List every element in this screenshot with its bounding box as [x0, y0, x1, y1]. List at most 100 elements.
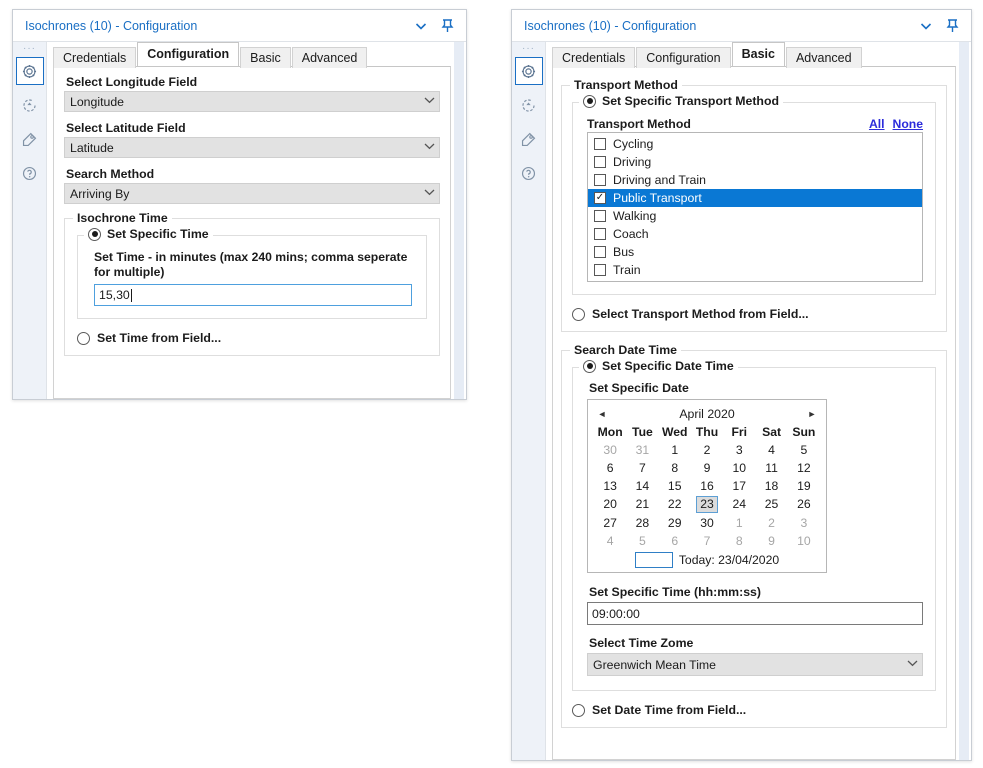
tag-icon[interactable] [515, 125, 543, 153]
calendar-day-cell[interactable]: 3 [788, 514, 820, 532]
set-time-from-field-option[interactable]: Set Time from Field... [77, 331, 427, 345]
checkbox-icon[interactable] [594, 210, 606, 222]
help-icon[interactable] [16, 159, 44, 187]
calendar-day-cell[interactable]: 20 [594, 495, 626, 514]
calendar-day-cell[interactable]: 16 [691, 477, 723, 495]
calendar-day-cell[interactable]: 4 [755, 441, 787, 459]
list-item[interactable]: Driving [588, 153, 922, 171]
calendar-day-cell[interactable]: 30 [594, 441, 626, 459]
set-time-input[interactable]: 15,30 [94, 284, 412, 306]
select-transport-from-field-option[interactable]: Select Transport Method from Field... [572, 307, 936, 321]
set-specific-date-time-option[interactable]: Set Specific Date Time [579, 359, 738, 373]
rail-overflow-dots[interactable]: ··· [522, 45, 535, 57]
tab-configuration[interactable]: Configuration [636, 47, 730, 68]
calendar-day-cell[interactable]: 30 [691, 514, 723, 532]
tag-icon[interactable] [16, 125, 44, 153]
calendar-day-cell[interactable]: 14 [626, 477, 658, 495]
calendar-day-cell[interactable]: 23 [691, 495, 723, 514]
set-specific-transport-option[interactable]: Set Specific Transport Method [579, 94, 783, 108]
calendar-day-cell[interactable]: 18 [755, 477, 787, 495]
list-item[interactable]: Bus [588, 243, 922, 261]
tab-advanced[interactable]: Advanced [292, 47, 368, 68]
calendar-day-cell[interactable]: 8 [659, 459, 691, 477]
list-item[interactable]: Driving and Train [588, 171, 922, 189]
calendar-day-cell[interactable]: 6 [659, 532, 691, 550]
longitude-field-dropdown[interactable]: Longitude [64, 91, 440, 112]
next-month-icon[interactable]: ► [804, 409, 820, 419]
list-item[interactable]: Walking [588, 207, 922, 225]
calendar-day-cell[interactable]: 9 [755, 532, 787, 550]
select-none-link[interactable]: None [893, 117, 923, 131]
calendar-day-cell[interactable]: 21 [626, 495, 658, 514]
set-date-time-from-field-option[interactable]: Set Date Time from Field... [572, 703, 936, 717]
calendar-day-cell[interactable]: 7 [626, 459, 658, 477]
calendar-day-cell[interactable]: 7 [691, 532, 723, 550]
list-item[interactable]: Train [588, 261, 922, 279]
calendar-day-cell[interactable]: 22 [659, 495, 691, 514]
checkbox-icon[interactable] [594, 156, 606, 168]
run-icon[interactable] [515, 91, 543, 119]
transport-method-listbox[interactable]: Cycling Driving Driving an [587, 132, 923, 282]
calendar-day-cell[interactable]: 15 [659, 477, 691, 495]
calendar-day-cell[interactable]: 9 [691, 459, 723, 477]
calendar-day-cell[interactable]: 2 [755, 514, 787, 532]
calendar-day-cell[interactable]: 10 [723, 459, 755, 477]
chevron-down-icon[interactable] [408, 14, 434, 38]
calendar-day-cell[interactable]: 19 [788, 477, 820, 495]
checkbox-icon[interactable] [594, 228, 606, 240]
time-zone-dropdown[interactable]: Greenwich Mean Time [587, 653, 923, 676]
calendar-day-cell[interactable]: 1 [659, 441, 691, 459]
right-pane-scrollbar[interactable] [956, 42, 971, 760]
latitude-field-dropdown[interactable]: Latitude [64, 137, 440, 158]
tab-credentials[interactable]: Credentials [552, 47, 635, 68]
scrollbar-thumb[interactable] [959, 42, 969, 760]
checkbox-icon[interactable]: ✓ [594, 192, 606, 204]
list-item[interactable]: ✓ Public Transport [588, 189, 922, 207]
calendar-day-cell[interactable]: 28 [626, 514, 658, 532]
tab-configuration[interactable]: Configuration [137, 42, 239, 66]
calendar-day-cell[interactable]: 3 [723, 441, 755, 459]
calendar-day-cell[interactable]: 2 [691, 441, 723, 459]
calendar-day-cell[interactable]: 29 [659, 514, 691, 532]
calendar-day-cell[interactable]: 4 [594, 532, 626, 550]
tab-advanced[interactable]: Advanced [786, 47, 862, 68]
calendar-today-text[interactable]: Today: 23/04/2020 [679, 553, 779, 567]
checkbox-icon[interactable] [594, 264, 606, 276]
chevron-down-icon[interactable] [913, 14, 939, 38]
calendar-day-cell[interactable]: 24 [723, 495, 755, 514]
select-all-link[interactable]: All [869, 117, 885, 131]
checkbox-icon[interactable] [594, 246, 606, 258]
tab-basic[interactable]: Basic [732, 42, 785, 66]
calendar-day-cell[interactable]: 5 [626, 532, 658, 550]
calendar-day-cell[interactable]: 5 [788, 441, 820, 459]
help-icon[interactable] [515, 159, 543, 187]
set-specific-time-option[interactable]: Set Specific Time [84, 227, 213, 241]
calendar-month-label[interactable]: April 2020 [610, 407, 804, 421]
prev-month-icon[interactable]: ◄ [594, 409, 610, 419]
checkbox-icon[interactable] [594, 138, 606, 150]
calendar-day-cell[interactable]: 13 [594, 477, 626, 495]
pin-icon[interactable] [939, 14, 965, 38]
calendar-day-cell[interactable]: 25 [755, 495, 787, 514]
checkbox-icon[interactable] [594, 174, 606, 186]
tab-basic[interactable]: Basic [240, 47, 291, 68]
calendar-day-cell[interactable]: 11 [755, 459, 787, 477]
pin-icon[interactable] [434, 14, 460, 38]
run-icon[interactable] [16, 91, 44, 119]
tab-credentials[interactable]: Credentials [53, 47, 136, 68]
gear-icon[interactable] [16, 57, 44, 85]
date-picker-calendar[interactable]: ◄ April 2020 ► Mon [587, 399, 827, 573]
calendar-day-cell[interactable]: 12 [788, 459, 820, 477]
calendar-day-cell[interactable]: 8 [723, 532, 755, 550]
list-item[interactable]: Cycling [588, 135, 922, 153]
calendar-day-cell[interactable]: 1 [723, 514, 755, 532]
calendar-day-cell[interactable]: 31 [626, 441, 658, 459]
rail-overflow-dots[interactable]: ··· [23, 45, 36, 57]
specific-time-input[interactable]: 09:00:00 [587, 602, 923, 625]
scrollbar-thumb[interactable] [454, 42, 464, 399]
calendar-day-cell[interactable]: 17 [723, 477, 755, 495]
list-item[interactable]: Coach [588, 225, 922, 243]
left-pane-scrollbar[interactable] [451, 42, 466, 399]
search-method-dropdown[interactable]: Arriving By [64, 183, 440, 204]
gear-icon[interactable] [515, 57, 543, 85]
